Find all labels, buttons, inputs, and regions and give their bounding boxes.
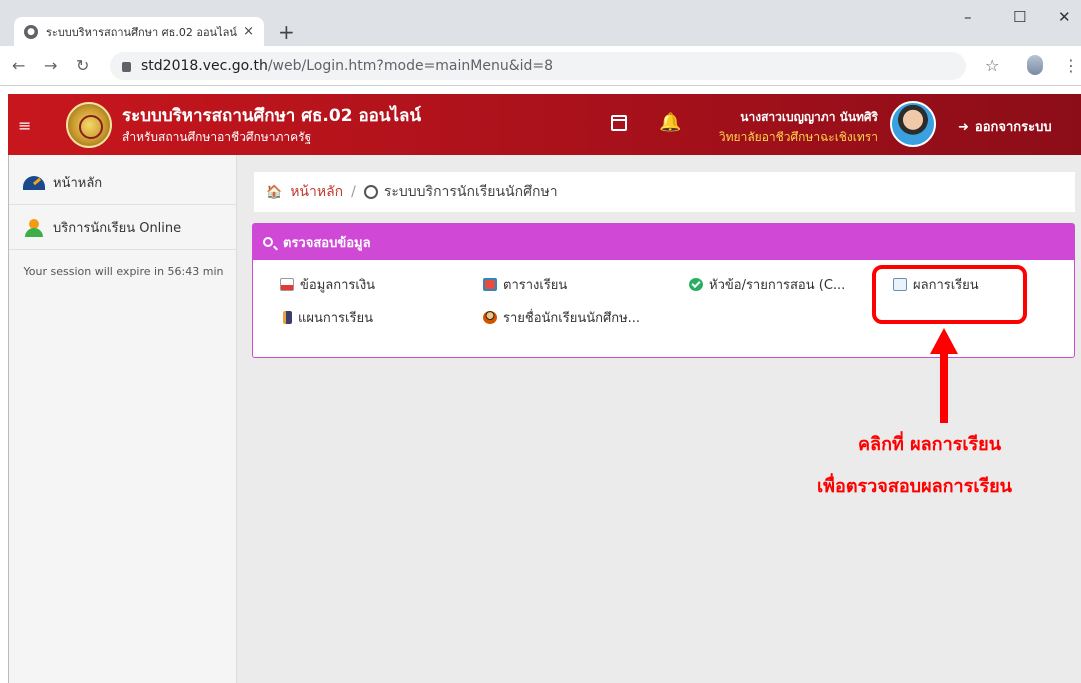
- sidebar: หน้าหลัก บริการนักเรียน Online Your sess…: [8, 155, 238, 683]
- session-timer: Your session will expire in 56:43 min: [23, 265, 224, 278]
- tab-close-icon[interactable]: ×: [243, 24, 254, 39]
- back-arrow-icon[interactable]: ←: [12, 56, 25, 75]
- user-circle-icon: [363, 185, 378, 199]
- panel-header: ตรวจสอบข้อมูล: [253, 224, 1074, 260]
- bookmark-star-icon[interactable]: ☆: [985, 56, 999, 75]
- forward-arrow-icon[interactable]: →: [44, 56, 57, 75]
- site-favicon-icon: ●: [24, 24, 38, 39]
- user-name: นางสาวเบญญาภา นันทศิริ: [740, 110, 878, 124]
- app-subtitle: สำหรับสถานศึกษาอาชีวศึกษาภาครัฐ: [122, 130, 312, 144]
- url-path: /web/Login.htm?mode=mainMenu&id=8: [267, 58, 554, 74]
- teacher-icon: [483, 311, 497, 324]
- annotation-line-2: เพื่อตรวจสอบผลการเรียน: [817, 476, 1012, 497]
- hamburger-menu-icon[interactable]: ≡: [18, 116, 31, 135]
- breadcrumb-separator: /: [351, 184, 356, 200]
- breadcrumb-home-link[interactable]: หน้าหลัก: [290, 181, 343, 203]
- menu-item-label: ข้อมูลการเงิน: [300, 278, 376, 293]
- dashboard-icon: [23, 175, 45, 190]
- menu-item-student-list[interactable]: รายชื่อนักเรียนนักศึกษ...: [483, 307, 640, 328]
- sidebar-item-student-services[interactable]: บริการนักเรียน Online: [9, 206, 238, 250]
- sidebar-item-label: หน้าหลัก: [53, 176, 103, 191]
- pdf-icon: [280, 278, 294, 291]
- main-content: 🏠 หน้าหลัก / ระบบบริการนักเรียนนักศึกษา …: [237, 155, 1081, 683]
- bell-icon[interactable]: 🔔: [659, 112, 681, 133]
- menu-item-course-topics[interactable]: หัวข้อ/รายการสอน (C...: [689, 274, 845, 295]
- sidebar-item-home[interactable]: หน้าหลัก: [9, 161, 238, 205]
- annotation-line-1: คลิกที่ ผลการเรียน: [858, 434, 1002, 455]
- window-minimize-button[interactable]: –: [964, 8, 972, 26]
- url-host: std2018.vec.go.th: [141, 58, 268, 74]
- lock-icon: [122, 62, 131, 72]
- home-icon[interactable]: 🏠: [266, 185, 282, 200]
- user-college: วิทยาลัยอาชีวศึกษาฉะเชิงเทรา: [718, 130, 878, 144]
- timetable-icon: [483, 278, 497, 291]
- browser-tab[interactable]: ● ระบบบริหารสถานศึกษา ศธ.02 ออนไลน์ ×: [14, 17, 264, 46]
- grades-highlight-box: [872, 265, 1027, 324]
- address-bar[interactable]: std2018.vec.go.th/web/Login.htm?mode=mai…: [110, 52, 966, 80]
- browser-menu-icon[interactable]: ⋮: [1063, 56, 1079, 75]
- menu-item-timetable[interactable]: ตารางเรียน: [483, 274, 567, 295]
- reload-icon[interactable]: ↻: [76, 56, 89, 75]
- check-circle-icon: [689, 278, 703, 291]
- sign-out-icon: ➜: [958, 120, 969, 135]
- breadcrumb-current: ระบบบริการนักเรียนนักศึกษา: [383, 184, 558, 200]
- window-close-button[interactable]: ✕: [1058, 8, 1071, 26]
- new-tab-button[interactable]: +: [278, 20, 295, 44]
- window-maximize-button[interactable]: ☐: [1013, 8, 1026, 26]
- calendar-icon[interactable]: [611, 115, 627, 131]
- book-icon: [283, 311, 292, 324]
- app-header: ≡ ระบบบริหารสถานศึกษา ศธ.02 ออนไลน์ สำหร…: [8, 94, 1081, 155]
- browser-toolbar: ← → ↻ std2018.vec.go.th/web/Login.htm?mo…: [0, 46, 1081, 86]
- app-title: ระบบบริหารสถานศึกษา ศธ.02 ออนไลน์: [122, 106, 422, 126]
- sidebar-item-label: บริการนักเรียน Online: [53, 221, 182, 236]
- menu-item-label: แผนการเรียน: [298, 311, 373, 326]
- menu-item-label: ตารางเรียน: [503, 278, 568, 293]
- menu-item-label: หัวข้อ/รายการสอน (C...: [709, 278, 846, 293]
- panel-title: ตรวจสอบข้อมูล: [283, 235, 371, 251]
- logout-button[interactable]: ➜ ออกจากระบบ: [958, 116, 1052, 137]
- menu-item-study-plan[interactable]: แผนการเรียน: [280, 307, 373, 328]
- breadcrumb: 🏠 หน้าหลัก / ระบบบริการนักเรียนนักศึกษา: [254, 172, 1075, 212]
- institution-logo: [66, 102, 112, 148]
- tab-title: ระบบบริหารสถานศึกษา ศธ.02 ออนไลน์: [46, 25, 237, 39]
- menu-item-finance[interactable]: ข้อมูลการเงิน: [280, 274, 375, 295]
- avatar[interactable]: [890, 101, 936, 147]
- logout-label: ออกจากระบบ: [974, 120, 1052, 135]
- annotation-arrow: [940, 335, 948, 423]
- menu-item-label: รายชื่อนักเรียนนักศึกษ...: [503, 311, 641, 326]
- search-icon: [263, 237, 273, 247]
- user-group-icon: [23, 218, 45, 237]
- browser-tab-bar: ● ระบบบริหารสถานศึกษา ศธ.02 ออนไลน์ × + …: [0, 0, 1081, 46]
- extension-icon[interactable]: [1027, 55, 1043, 75]
